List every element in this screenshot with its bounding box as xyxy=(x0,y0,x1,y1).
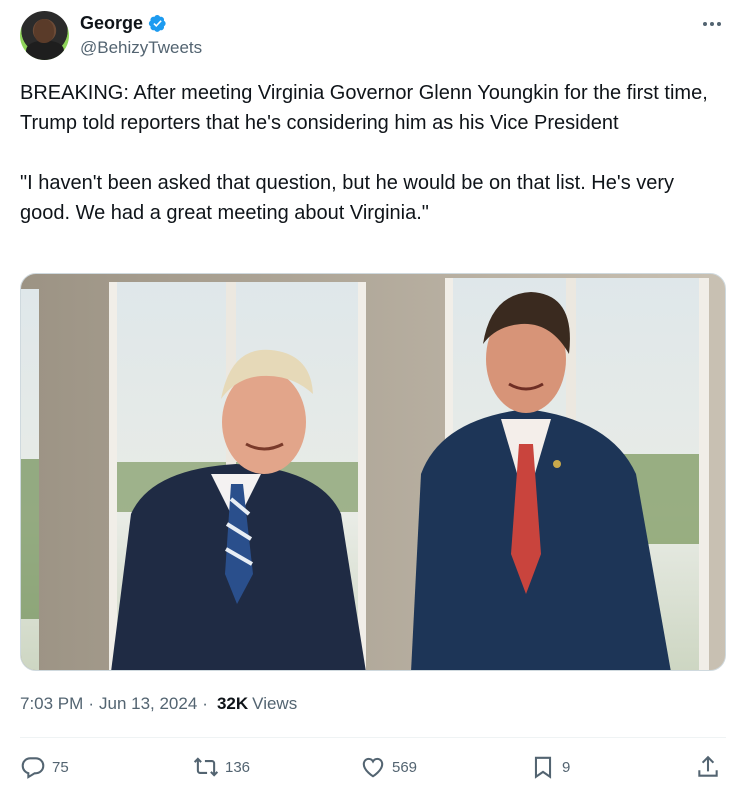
bookmark-icon xyxy=(534,756,552,779)
author-name-row[interactable]: George xyxy=(80,12,167,34)
more-icon[interactable] xyxy=(700,14,724,34)
author-display-name[interactable]: George xyxy=(80,13,143,34)
repost-count: 136 xyxy=(225,758,251,776)
avatar[interactable] xyxy=(20,11,69,60)
like-count: 569 xyxy=(392,758,418,776)
reply-button[interactable]: 75 xyxy=(20,750,69,784)
photo-illustration xyxy=(21,274,725,670)
tweet-date[interactable]: Jun 13, 2024 xyxy=(99,694,197,714)
bookmark-count: 9 xyxy=(562,758,571,776)
views-count: 32K xyxy=(216,694,249,713)
tweet-paragraph-1: BREAKING: After meeting Virginia Governo… xyxy=(20,82,708,134)
reply-count: 75 xyxy=(52,758,69,776)
views-label: Views xyxy=(252,694,298,713)
tweet-time[interactable]: 7:03 PM xyxy=(20,694,83,714)
meta-separator-2: · xyxy=(202,694,208,713)
reply-icon xyxy=(21,757,45,779)
verified-badge-icon xyxy=(148,14,166,32)
share-icon xyxy=(698,755,718,777)
repost-button[interactable]: 136 xyxy=(193,750,250,784)
tweet-header: George @BehizyTweets xyxy=(20,10,728,62)
tweet-meta: 7:03 PM · Jun 13, 2024 · 32K Views xyxy=(20,694,297,714)
tweet-text: BREAKING: After meeting Virginia Governo… xyxy=(20,78,725,228)
repost-icon xyxy=(193,757,219,777)
bookmark-button[interactable]: 9 xyxy=(530,750,570,784)
heart-icon xyxy=(362,757,384,778)
divider xyxy=(20,737,726,738)
share-button[interactable] xyxy=(695,750,721,784)
meta-separator: · xyxy=(88,694,94,713)
tweet-paragraph-2: "I haven't been asked that question, but… xyxy=(20,172,675,224)
action-bar: 75 136 569 9 xyxy=(20,750,728,784)
like-button[interactable]: 569 xyxy=(360,750,417,784)
author-handle[interactable]: @BehizyTweets xyxy=(80,38,202,58)
tweet-photo[interactable] xyxy=(20,273,726,671)
